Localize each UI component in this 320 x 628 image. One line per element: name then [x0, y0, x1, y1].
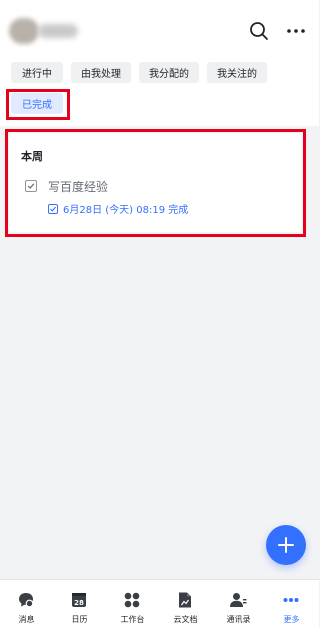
nav-item-workbench[interactable]: 工作台 [106, 580, 159, 628]
nav-item-contacts[interactable]: 通讯录 [212, 580, 265, 628]
nav-item-more[interactable]: 更多 [265, 580, 318, 628]
plus-icon [278, 537, 294, 553]
calendar-day-label: 28 [74, 599, 84, 607]
tab-in-progress[interactable]: 进行中 [11, 62, 63, 83]
nav-label-messages: 消息 [18, 615, 35, 624]
header [0, 0, 319, 60]
grid-icon [124, 592, 140, 608]
more-icon [287, 29, 305, 33]
tab-following[interactable]: 我关注的 [207, 62, 267, 83]
nav-item-docs[interactable]: 云文档 [159, 580, 212, 628]
nav-label-docs: 云文档 [173, 615, 198, 624]
user-name-blurred [38, 24, 78, 38]
nav-label-calendar: 日历 [71, 615, 88, 624]
nav-item-messages[interactable]: 消息 [0, 580, 53, 628]
highlight-box-card [5, 129, 306, 237]
highlight-box-tab [6, 89, 70, 120]
search-icon [250, 22, 268, 40]
nav-label-more: 更多 [283, 615, 300, 624]
bottom-nav: 消息 28 日历 工作台 云文档 通讯录 更多 [0, 579, 319, 628]
nav-label-workbench: 工作台 [120, 615, 145, 624]
contacts-icon [230, 593, 247, 607]
document-icon [179, 592, 191, 608]
chat-icon [19, 593, 34, 608]
calendar-icon: 28 [72, 593, 86, 607]
more-dots-icon [283, 598, 299, 602]
nav-label-contacts: 通讯录 [226, 615, 251, 624]
add-task-button[interactable] [266, 525, 306, 565]
tab-assigned-to-me[interactable]: 由我处理 [71, 62, 131, 83]
more-button[interactable] [283, 20, 309, 42]
search-button[interactable] [248, 20, 270, 42]
avatar[interactable] [9, 18, 39, 44]
nav-item-calendar[interactable]: 28 日历 [53, 580, 106, 628]
tab-assigned-by-me[interactable]: 我分配的 [139, 62, 199, 83]
